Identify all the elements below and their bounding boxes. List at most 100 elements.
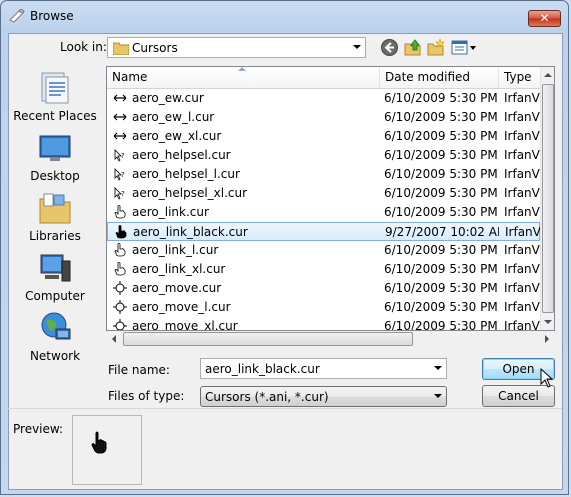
cancel-button[interactable]: Cancel xyxy=(482,385,555,407)
file-row[interactable]: ? aero_helpsel_xl.cur 6/10/2009 5:30 PM Irf… xyxy=(107,184,540,203)
file-date-cell: 6/10/2009 5:30 PM xyxy=(384,186,498,200)
close-icon: ✕ xyxy=(539,11,550,25)
file-type-cell: IrfanVi xyxy=(504,129,540,143)
cursor-file-icon xyxy=(113,319,127,330)
file-name-cell: aero_helpsel_l.cur xyxy=(132,167,240,181)
scroll-right-icon[interactable] xyxy=(545,335,549,343)
column-date-modified[interactable]: Date modified xyxy=(380,67,499,88)
folder-icon xyxy=(113,42,129,55)
cursor-file-icon xyxy=(115,225,127,239)
cursor-file-icon xyxy=(113,113,127,121)
computer-icon xyxy=(40,254,71,282)
close-button[interactable]: ✕ xyxy=(528,10,561,27)
network-icon xyxy=(41,312,71,340)
file-row[interactable]: aero_link.cur 6/10/2009 5:30 PM IrfanVi xyxy=(107,203,540,222)
scroll-thumb[interactable] xyxy=(542,84,554,313)
cursor-file-icon xyxy=(114,243,126,257)
vertical-scrollbar[interactable] xyxy=(540,67,554,330)
place-label: Recent Places xyxy=(13,109,97,123)
horizontal-scrollbar[interactable] xyxy=(107,331,554,347)
file-row[interactable]: aero_link_l.cur 6/10/2009 5:30 PM IrfanVi xyxy=(107,241,540,260)
place-recent-places[interactable]: Recent Places xyxy=(9,71,101,129)
file-type-cell: IrfanVi xyxy=(504,110,540,124)
file-name-cell: aero_move.cur xyxy=(132,281,222,295)
file-row[interactable]: ? aero_helpsel.cur 6/10/2009 5:30 PM IrfanV… xyxy=(107,146,540,165)
place-label: Computer xyxy=(25,289,85,303)
file-type-cell: IrfanVi xyxy=(504,167,540,181)
cursor-file-icon: ? xyxy=(114,168,125,181)
file-row[interactable]: ? aero_helpsel_l.cur 6/10/2009 5:30 PM Irfa… xyxy=(107,165,540,184)
file-row[interactable]: aero_ew.cur 6/10/2009 5:30 PM IrfanVi xyxy=(107,89,540,108)
view-menu-icon[interactable] xyxy=(451,38,477,57)
file-date-cell: 6/10/2009 5:30 PM xyxy=(384,205,498,219)
file-type-cell: IrfanVi xyxy=(504,319,540,331)
place-label: Libraries xyxy=(29,229,81,243)
file-row[interactable]: aero_ew_l.cur 6/10/2009 5:30 PM IrfanVi xyxy=(107,108,540,127)
place-network[interactable]: Network xyxy=(9,311,101,369)
scroll-up-icon[interactable] xyxy=(544,73,552,77)
cursor-file-icon: ? xyxy=(114,187,125,200)
file-list[interactable]: Name Date modified Type aero_ew.cur 6/10/… xyxy=(106,66,555,331)
file-type-cell: IrfanVi xyxy=(504,148,540,162)
place-label: Network xyxy=(29,349,81,363)
libraries-icon xyxy=(39,193,71,224)
scroll-down-icon[interactable] xyxy=(544,320,552,324)
cursor-file-icon xyxy=(113,281,127,295)
file-row[interactable]: aero_link_black.cur 9/27/2007 10:02 AM Irf… xyxy=(107,222,541,241)
look-in-label: Look in: xyxy=(60,40,107,54)
preview-label: Preview: xyxy=(13,422,64,436)
recent-places-icon xyxy=(41,72,69,104)
look-in-dropdown[interactable]: Cursors xyxy=(107,37,366,58)
svg-text:?: ? xyxy=(121,190,125,198)
scroll-left-icon[interactable] xyxy=(112,335,116,343)
cursor-file-icon: ? xyxy=(114,149,125,162)
sort-ascending-icon xyxy=(238,67,246,71)
hand-cursor-preview-icon xyxy=(91,431,107,454)
places-bar: Recent Places Desktop Libraries Computer… xyxy=(9,65,101,370)
file-type-cell: IrfanVi xyxy=(505,225,541,239)
file-row[interactable]: aero_move_l.cur 6/10/2009 5:30 PM IrfanVi xyxy=(107,298,540,317)
desktop-icon xyxy=(39,135,71,161)
preview-pane xyxy=(72,415,142,485)
file-row[interactable]: aero_move_xl.cur 6/10/2009 5:30 PM IrfanVi xyxy=(107,317,540,331)
chevron-down-icon[interactable] xyxy=(434,394,442,398)
file-date-cell: 6/10/2009 5:30 PM xyxy=(384,167,498,181)
file-name-value: aero_link_black.cur xyxy=(205,362,320,376)
up-folder-icon[interactable] xyxy=(403,38,422,57)
file-name-cell: aero_move_xl.cur xyxy=(132,319,238,331)
file-date-cell: 6/10/2009 5:30 PM xyxy=(384,281,498,295)
file-date-cell: 6/10/2009 5:30 PM xyxy=(384,243,498,257)
back-icon[interactable] xyxy=(380,38,399,57)
file-date-cell: 9/27/2007 10:02 AM xyxy=(385,225,499,239)
window-title: Browse xyxy=(30,9,74,23)
svg-text:?: ? xyxy=(121,171,125,179)
file-name-input[interactable]: aero_link_black.cur xyxy=(200,358,447,379)
chevron-down-icon[interactable] xyxy=(434,366,442,370)
place-desktop[interactable]: Desktop xyxy=(9,131,101,189)
file-row[interactable]: aero_ew_xl.cur 6/10/2009 5:30 PM IrfanVi xyxy=(107,127,540,146)
new-folder-icon[interactable] xyxy=(427,38,446,57)
place-libraries[interactable]: Libraries xyxy=(9,191,101,249)
file-date-cell: 6/10/2009 5:30 PM xyxy=(384,129,498,143)
divider xyxy=(8,408,562,409)
cursor-file-icon xyxy=(114,205,126,219)
cursor-file-icon xyxy=(113,132,127,140)
cursor-file-icon xyxy=(113,300,127,314)
place-computer[interactable]: Computer xyxy=(9,251,101,309)
file-row[interactable]: aero_move.cur 6/10/2009 5:30 PM IrfanVi xyxy=(107,279,540,298)
title-bar[interactable]: Browse ✕ xyxy=(1,1,570,33)
files-of-type-select[interactable]: Cursors (*.ani, *.cur) xyxy=(200,386,447,407)
scroll-thumb[interactable] xyxy=(123,332,413,346)
file-row[interactable]: aero_link_xl.cur 6/10/2009 5:30 PM IrfanVi xyxy=(107,260,540,279)
svg-text:?: ? xyxy=(121,152,125,160)
cursor-file-icon xyxy=(113,94,127,102)
file-type-cell: IrfanVi xyxy=(504,243,540,257)
file-date-cell: 6/10/2009 5:30 PM xyxy=(384,300,498,314)
cursor-file-icon xyxy=(114,262,126,276)
file-name-cell: aero_link.cur xyxy=(132,205,209,219)
file-name-cell: aero_ew_xl.cur xyxy=(132,129,222,143)
file-date-cell: 6/10/2009 5:30 PM xyxy=(384,319,498,331)
mouse-pointer-icon xyxy=(540,368,554,388)
look-in-value: Cursors xyxy=(132,41,178,55)
chevron-down-icon[interactable] xyxy=(353,45,361,49)
